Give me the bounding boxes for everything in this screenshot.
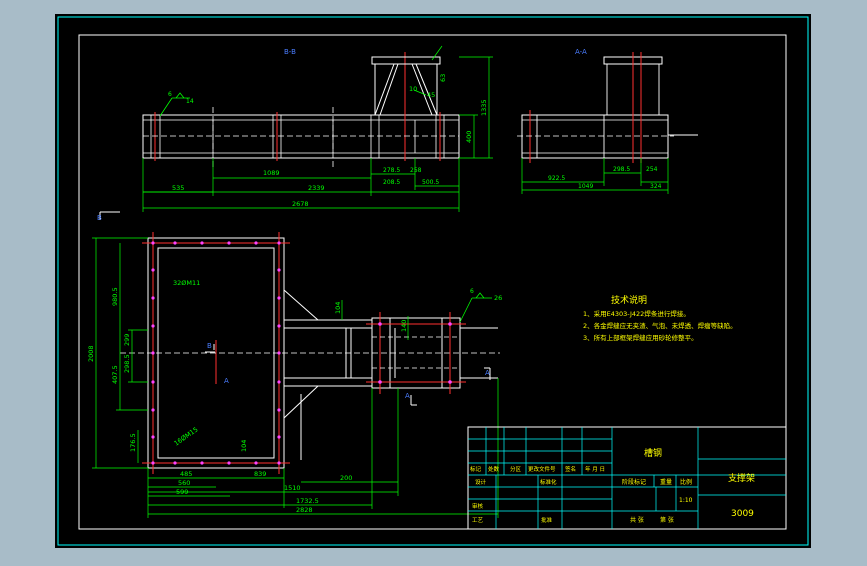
dim-324: 324 <box>650 183 662 190</box>
dim-2008: 2008 <box>87 345 95 362</box>
section-marker-a-3: A <box>405 392 410 400</box>
dim-298-5-side: 298.5 <box>613 166 630 173</box>
dim-299: 299 <box>123 334 131 346</box>
dim-2339: 2339 <box>308 184 325 192</box>
plan-weld-size: 6 <box>470 288 474 295</box>
title-sheets-total: 共 张 <box>630 516 644 524</box>
dim-104-arm: 104 <box>334 302 342 314</box>
title-approve: 批准 <box>541 516 553 524</box>
dim-500-5: 500.5 <box>422 179 439 186</box>
dim-10: 10 <box>409 85 417 93</box>
front-weld-length: 14 <box>186 98 194 105</box>
title-process: 工艺 <box>472 517 484 524</box>
title-row-label-2: 分区 <box>510 465 522 473</box>
title-row-label-0: 标记 <box>470 465 482 473</box>
section-marker-a-1: A <box>224 377 229 385</box>
title-standardize: 标准化 <box>540 478 557 486</box>
notes-title: 技术说明 <box>611 294 647 306</box>
dim-278-5: 278.5 <box>383 167 400 174</box>
dim-63: 63 <box>439 74 447 82</box>
dim-1335: 1335 <box>480 99 488 116</box>
title-weight-label: 重量 <box>660 478 672 486</box>
dim-485: 485 <box>180 470 192 478</box>
dim-1732-5: 1732.5 <box>296 497 319 505</box>
notes-item-3: 3、所有上部框架焊缝应用砂轮修整平。 <box>583 333 698 342</box>
dim-535: 535 <box>172 184 184 192</box>
dim-104-bottom: 104 <box>240 440 248 452</box>
dim-298-5-plan: 298.5 <box>123 354 131 373</box>
dim-254: 254 <box>646 166 658 173</box>
dim-599: 599 <box>176 488 188 496</box>
notes-item-2: 2、各金焊缝应无夹渣、气泡、未焊透、焊瘤等缺陷。 <box>583 321 737 330</box>
dim-1049: 1049 <box>578 183 593 190</box>
title-drawing-number: 3009 <box>731 509 754 519</box>
hole-label-top: 32ØM11 <box>173 279 200 287</box>
title-material: 槽钢 <box>644 447 662 459</box>
dim-45: 45 <box>427 91 435 99</box>
title-check: 审核 <box>472 502 484 510</box>
title-scale-label: 比例 <box>680 478 692 486</box>
dim-1510: 1510 <box>284 484 301 492</box>
section-marker-a-2: A <box>485 369 490 377</box>
side-view-label: A-A <box>575 48 587 56</box>
dim-200: 200 <box>340 474 352 482</box>
title-row-label-4: 签名 <box>565 465 576 473</box>
title-scale-value: 1:10 <box>679 497 693 504</box>
title-drawing-name: 支撑架 <box>728 472 755 484</box>
dim-208-5: 208.5 <box>383 179 400 186</box>
plan-weld-length: 26 <box>494 294 502 302</box>
dim-140: 140 <box>400 320 408 332</box>
title-stage-label: 阶段标记 <box>622 478 646 486</box>
dim-258: 258 <box>410 167 422 174</box>
notes-item-1: 1、采用E4303-J422焊条进行焊接。 <box>583 309 690 318</box>
dim-922-5: 922.5 <box>548 175 565 182</box>
dim-407-5: 407.5 <box>111 365 119 384</box>
title-row-label-3: 更改文件号 <box>528 465 556 473</box>
dim-400: 400 <box>465 131 473 143</box>
title-sheet-no: 第 张 <box>660 516 674 524</box>
cad-screen: B-B 6 14 1089 2339 2678 535 278.5 258 20… <box>0 0 867 562</box>
title-row-label-1: 处数 <box>488 465 500 473</box>
dim-839: 839 <box>254 470 266 478</box>
dim-560: 560 <box>178 479 190 487</box>
cad-drawing: B-B 6 14 1089 2339 2678 535 278.5 258 20… <box>55 14 811 548</box>
front-weld-size: 6 <box>168 91 172 98</box>
section-marker-b-2: B <box>207 342 212 350</box>
dim-980-5: 980.5 <box>111 287 119 306</box>
dim-2678: 2678 <box>292 200 309 208</box>
dim-2828: 2828 <box>296 506 313 514</box>
title-design: 设计 <box>475 478 487 486</box>
dim-176-5: 176.5 <box>129 433 137 452</box>
dim-1089: 1089 <box>263 169 280 177</box>
section-marker-b: B <box>97 214 102 222</box>
title-row-label-5: 年 月 日 <box>585 465 605 473</box>
front-view-label: B-B <box>284 48 296 56</box>
